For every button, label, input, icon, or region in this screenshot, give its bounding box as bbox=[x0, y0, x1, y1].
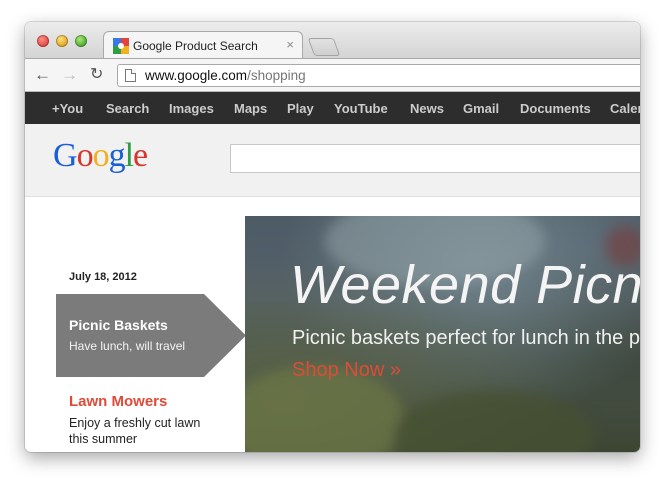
close-window-button[interactable] bbox=[37, 35, 49, 47]
logo-letter: o bbox=[92, 137, 110, 174]
gbar-item-gmail[interactable]: Gmail bbox=[463, 101, 499, 116]
zoom-window-button[interactable] bbox=[75, 35, 87, 47]
google-bar: +You Search Images Maps Play YouTube New… bbox=[25, 92, 640, 124]
gbar-item-youtube[interactable]: YouTube bbox=[334, 101, 388, 116]
promo-subtitle: Have lunch, will travel bbox=[69, 339, 186, 353]
address-bar[interactable]: www.google.com/shopping bbox=[117, 64, 640, 87]
gbar-item-news[interactable]: News bbox=[410, 101, 444, 116]
hero-banner[interactable]: Weekend Picnic Picnic baskets perfect fo… bbox=[245, 216, 640, 452]
promo-date: July 18, 2012 bbox=[69, 271, 137, 283]
forward-arrow-icon[interactable]: → bbox=[61, 65, 78, 85]
page-header: Google bbox=[25, 124, 640, 197]
promo-title: Picnic Baskets bbox=[69, 317, 168, 333]
promo-subtitle-lawn-mowers: Enjoy a freshly cut lawn this summer bbox=[69, 416, 201, 446]
gbar-item-you[interactable]: +You bbox=[52, 101, 83, 116]
search-input[interactable] bbox=[230, 144, 640, 173]
hero-background-grass bbox=[395, 391, 595, 452]
gbar-item-maps[interactable]: Maps bbox=[234, 101, 267, 116]
new-tab-button[interactable] bbox=[307, 38, 341, 56]
logo-letter: o bbox=[76, 137, 94, 174]
tab-strip: Google Product Search × bbox=[25, 22, 640, 59]
gbar-item-documents[interactable]: Documents bbox=[520, 101, 591, 116]
logo-letter: e bbox=[133, 137, 148, 174]
logo-letter: l bbox=[124, 137, 135, 174]
hero-subtitle: Picnic baskets perfect for lunch in the … bbox=[292, 327, 640, 349]
minimize-window-button[interactable] bbox=[56, 35, 68, 47]
promo-title-lawn-mowers[interactable]: Lawn Mowers bbox=[69, 393, 167, 410]
url-path: /shopping bbox=[247, 68, 306, 83]
google-logo[interactable]: Google bbox=[53, 137, 148, 175]
url-text[interactable]: www.google.com/shopping bbox=[145, 68, 306, 83]
page-icon bbox=[125, 69, 136, 82]
back-arrow-icon[interactable]: ← bbox=[34, 65, 51, 85]
tab-google-product-search[interactable]: Google Product Search × bbox=[103, 31, 303, 59]
reload-icon[interactable]: ↻ bbox=[90, 65, 103, 85]
hero-title: Weekend Picnic bbox=[290, 255, 640, 315]
tab-close-icon[interactable]: × bbox=[286, 37, 294, 52]
shop-now-link[interactable]: Shop Now » bbox=[292, 359, 401, 382]
browser-window: Google Product Search × ← → ↻ www.google… bbox=[25, 22, 640, 452]
logo-letter: g bbox=[108, 137, 126, 174]
logo-letter: G bbox=[53, 137, 78, 174]
shopping-favicon-icon bbox=[113, 38, 129, 54]
tab-title: Google Product Search bbox=[133, 39, 258, 53]
gbar-item-calendar[interactable]: Calendar bbox=[610, 101, 640, 116]
promo-arrow-shape bbox=[56, 294, 246, 377]
browser-toolbar: ← → ↻ www.google.com/shopping bbox=[25, 58, 640, 92]
url-host: www.google.com bbox=[145, 68, 248, 83]
gbar-item-play[interactable]: Play bbox=[287, 101, 314, 116]
gbar-item-images[interactable]: Images bbox=[169, 101, 214, 116]
gbar-item-search[interactable]: Search bbox=[106, 101, 149, 116]
promo-item-active[interactable]: Picnic Baskets Have lunch, will travel bbox=[56, 294, 246, 377]
